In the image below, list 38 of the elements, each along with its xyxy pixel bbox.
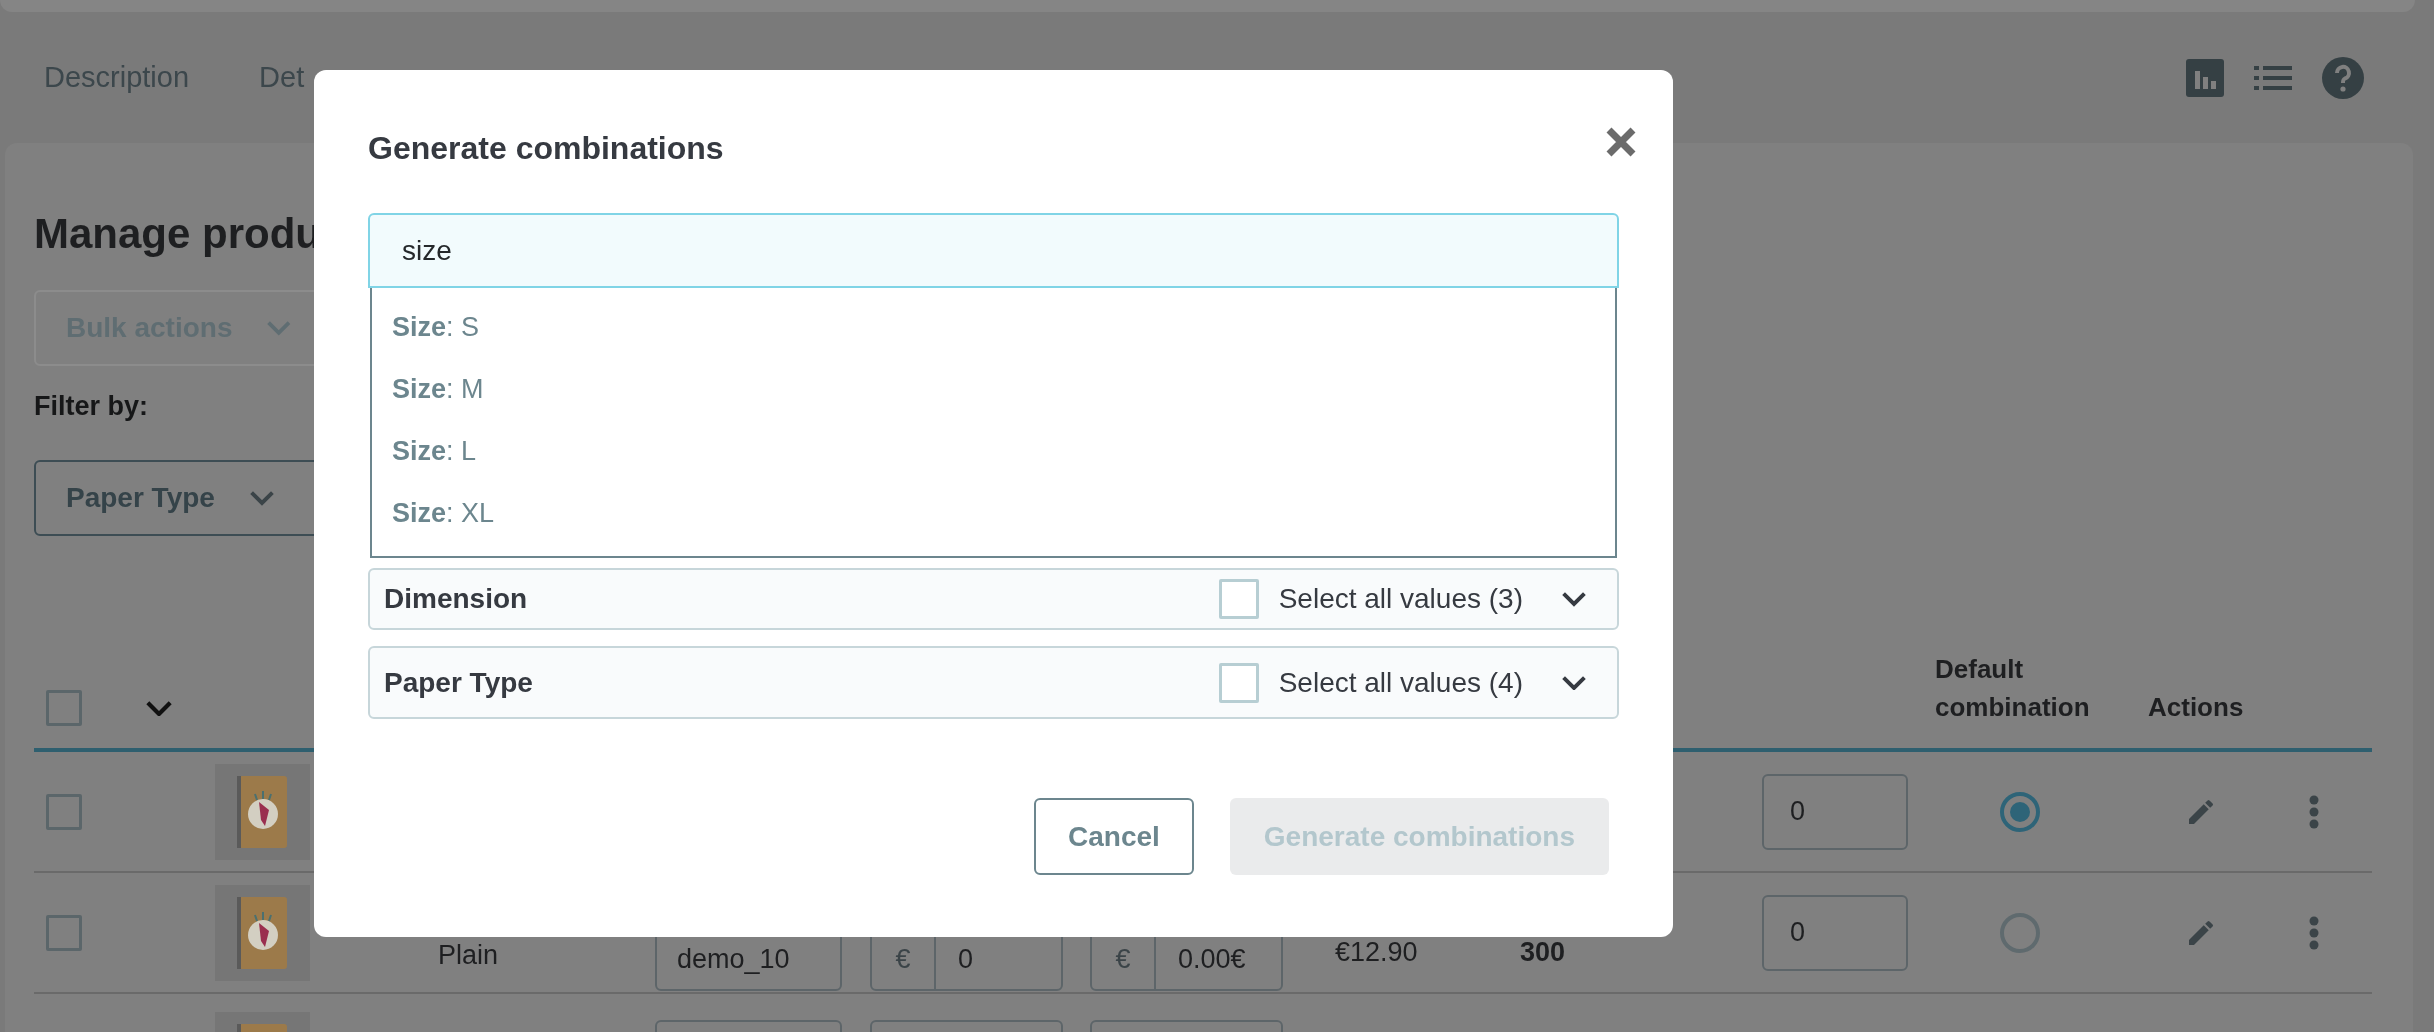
cancel-button[interactable]: Cancel — [1034, 798, 1194, 875]
suggestion-item[interactable]: Size: L — [372, 420, 1615, 482]
attribute-name: Dimension — [384, 583, 528, 615]
help-icon[interactable] — [2322, 56, 2364, 99]
chevron-icon — [266, 320, 292, 336]
select-all-label: Select all values (3) — [1278, 583, 1523, 615]
modal-title: Generate combinations — [368, 129, 725, 168]
tab[interactable]: Det — [259, 61, 305, 94]
attribute-row[interactable]: Dimension Select all values (3) — [368, 568, 1619, 630]
suggestion-item[interactable]: Size: M — [372, 358, 1615, 420]
stock-quantity: 300 — [1520, 937, 1566, 968]
more-icon[interactable] — [2309, 915, 2319, 950]
tab[interactable]: Description — [44, 61, 190, 94]
search-field[interactable]: size — [368, 213, 1619, 288]
select-all-checkbox[interactable] — [46, 690, 82, 726]
filter-label: Filter by: — [34, 391, 149, 422]
chevron-icon — [248, 490, 275, 506]
attribute-row[interactable]: Paper Type Select all values (4) — [368, 646, 1619, 719]
column-header: Actions — [2148, 691, 2245, 724]
checkbox[interactable] — [46, 793, 82, 830]
suggestion-item[interactable]: Size: XL — [372, 482, 1615, 544]
suggestion-item[interactable]: Size: S — [372, 296, 1615, 358]
combination-name: Plain — [438, 940, 499, 971]
chevron-icon — [1561, 674, 1587, 691]
list-icon[interactable] — [2254, 65, 2292, 90]
attribute-name: Paper Type — [384, 666, 533, 699]
chart-icon[interactable] — [2186, 58, 2224, 97]
quantity-field[interactable]: 0 — [1762, 773, 1908, 850]
chevron-icon — [1561, 591, 1587, 607]
checkbox[interactable] — [46, 914, 82, 951]
default-radio[interactable] — [2000, 912, 2040, 953]
select-all-label: Select all values (4) — [1278, 666, 1523, 699]
final-price: €12.90 — [1335, 937, 1418, 968]
default-radio[interactable] — [2000, 791, 2040, 832]
caret-icon — [145, 699, 173, 717]
more-icon[interactable] — [2309, 794, 2319, 829]
column-header: Default combination — [1935, 653, 2091, 724]
quantity-field[interactable]: 0 — [1762, 894, 1908, 971]
